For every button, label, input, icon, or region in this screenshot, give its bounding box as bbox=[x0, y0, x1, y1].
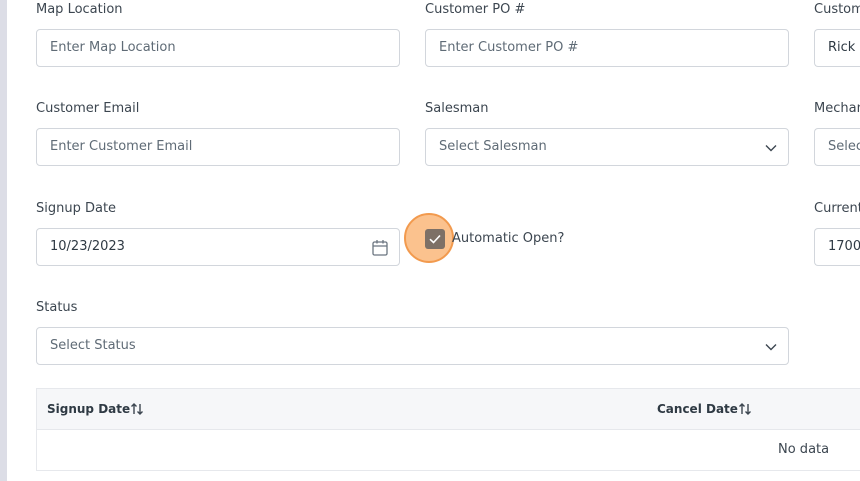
calendar-icon[interactable] bbox=[372, 239, 388, 256]
mechanic-placeholder: Selec bbox=[828, 139, 860, 154]
column-header-signup-date[interactable]: Signup Date bbox=[47, 402, 130, 416]
customer-email-label: Customer Email bbox=[36, 101, 140, 116]
sort-icon[interactable] bbox=[737, 401, 753, 417]
signup-date-label: Signup Date bbox=[36, 201, 117, 216]
signup-date-value: 10/23/2023 bbox=[50, 239, 125, 254]
current-input[interactable]: 1700( bbox=[814, 228, 860, 266]
map-location-input[interactable]: Enter Map Location bbox=[36, 29, 400, 67]
mechanic-select[interactable]: Selec bbox=[814, 128, 860, 166]
customer-po-input[interactable]: Enter Customer PO # bbox=[425, 29, 789, 67]
status-placeholder: Select Status bbox=[50, 338, 136, 353]
map-location-label: Map Location bbox=[36, 2, 123, 17]
customer-name-input[interactable]: Rick L bbox=[814, 29, 860, 67]
customer-email-input[interactable]: Enter Customer Email bbox=[36, 128, 400, 166]
sort-icon[interactable] bbox=[129, 401, 145, 417]
chevron-down-icon bbox=[765, 344, 777, 351]
map-location-placeholder: Enter Map Location bbox=[50, 40, 176, 55]
current-value: 1700( bbox=[828, 239, 860, 254]
mechanic-label: Mechan bbox=[814, 101, 860, 116]
customer-name-label: Custome bbox=[814, 2, 860, 17]
chevron-down-icon bbox=[765, 145, 777, 152]
automatic-open-label: Automatic Open? bbox=[452, 231, 565, 246]
signup-date-input[interactable]: 10/23/2023 bbox=[36, 228, 400, 266]
customer-po-label: Customer PO # bbox=[425, 2, 526, 17]
customer-po-placeholder: Enter Customer PO # bbox=[439, 40, 579, 55]
column-header-cancel-date[interactable]: Cancel Date bbox=[657, 402, 738, 416]
status-select[interactable]: Select Status bbox=[36, 327, 789, 365]
automatic-open-checkbox[interactable] bbox=[425, 229, 445, 249]
table-empty-message: No data bbox=[778, 442, 830, 457]
customer-name-value: Rick L bbox=[828, 40, 860, 55]
check-icon bbox=[429, 234, 441, 244]
left-rail bbox=[0, 0, 7, 481]
salesman-label: Salesman bbox=[425, 101, 489, 116]
data-table: Signup Date Cancel Date No data bbox=[36, 388, 860, 471]
status-label: Status bbox=[36, 300, 78, 315]
salesman-placeholder: Select Salesman bbox=[439, 139, 547, 154]
salesman-select[interactable]: Select Salesman bbox=[425, 128, 789, 166]
table-header: Signup Date Cancel Date bbox=[37, 389, 860, 430]
current-label: Current bbox=[814, 201, 860, 216]
customer-email-placeholder: Enter Customer Email bbox=[50, 139, 193, 154]
